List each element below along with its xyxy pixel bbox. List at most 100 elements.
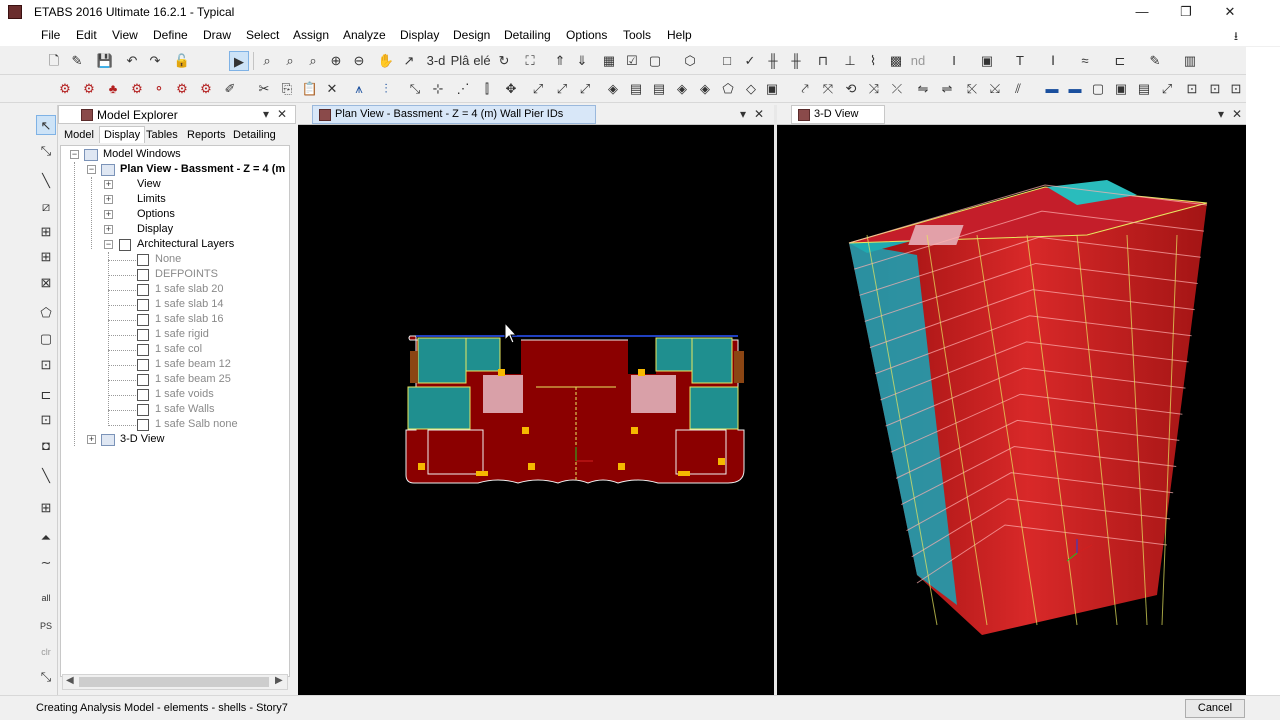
draw-rect-area-icon[interactable]: ▢ xyxy=(36,329,56,349)
column-section-icon[interactable]: T xyxy=(1010,51,1030,71)
three-d-view-button[interactable]: 3-d xyxy=(424,51,448,71)
rotate-3d-icon[interactable]: ↻ xyxy=(494,51,514,71)
plan-view-tab[interactable]: Plan View - Bassment - Z = 4 (m) Wall Pi… xyxy=(312,105,596,124)
open-model-icon[interactable]: ✎ xyxy=(67,51,87,71)
zoom-out-icon[interactable]: ⊖ xyxy=(349,51,369,71)
paste-icon[interactable]: 📋 xyxy=(300,79,320,99)
save-icon[interactable]: 💾 xyxy=(95,51,115,71)
intersecting-line-icon[interactable]: ⤡ xyxy=(36,667,56,687)
design-4-icon[interactable]: ▣ xyxy=(1111,79,1131,99)
assign-load-icon[interactable]: ♣ xyxy=(103,79,123,99)
tree-node-layer[interactable]: 1 safe beam 12 xyxy=(61,358,289,373)
select-pointer-icon[interactable]: ↖ xyxy=(36,115,56,135)
tree-node-model-windows[interactable]: − Model Windows xyxy=(61,148,289,163)
menu-edit[interactable]: Edit xyxy=(76,28,97,42)
tree-node-display[interactable]: + Display xyxy=(61,223,289,238)
draw-column-icon[interactable]: ⊞ xyxy=(36,222,56,242)
link-icon[interactable]: ⌇ xyxy=(863,51,883,71)
copy-icon[interactable]: ⎘ xyxy=(277,79,297,99)
beam-section-icon[interactable]: I xyxy=(944,51,964,71)
tab-tables[interactable]: Tables xyxy=(143,128,181,142)
draw-dimension-icon[interactable]: ⏶ xyxy=(36,528,56,548)
frame-releases-icon[interactable]: ⤡ xyxy=(405,79,425,99)
collapse-toggle[interactable]: − xyxy=(87,165,96,174)
select-all-icon[interactable]: all xyxy=(36,588,56,608)
show-all-icon[interactable]: ☑ xyxy=(622,51,642,71)
check-icon[interactable]: ✓ xyxy=(740,51,760,71)
load-assign-1-icon[interactable]: ⇋ xyxy=(913,79,933,99)
brace-icon[interactable]: ⊓ xyxy=(813,51,833,71)
tree-node-view[interactable]: + View xyxy=(61,178,289,193)
checkbox[interactable] xyxy=(137,254,149,266)
redo-icon[interactable]: ↷ xyxy=(145,51,165,71)
expand-toggle[interactable]: + xyxy=(104,210,113,219)
draw-point-icon[interactable]: ⚙ xyxy=(79,79,99,99)
load-assign-4-icon[interactable]: ⤩ xyxy=(985,79,1005,99)
draw-poly-area-icon[interactable]: ⬠ xyxy=(36,303,56,323)
tree-node-layer[interactable]: 1 safe rigid xyxy=(61,328,289,343)
checkbox[interactable] xyxy=(137,344,149,356)
zoom-full-icon[interactable]: ⌕ xyxy=(303,51,323,71)
tab-reports[interactable]: Reports xyxy=(184,128,229,142)
shell-icon-1[interactable]: ◈ xyxy=(603,79,623,99)
tree-node-limits[interactable]: + Limits xyxy=(61,193,289,208)
draw-brace-icon[interactable]: ⊞ xyxy=(36,247,56,267)
model-explorer-pin-button[interactable]: ▾ xyxy=(263,107,269,121)
design-1-icon[interactable]: ▬ xyxy=(1042,79,1062,99)
menu-detailing[interactable]: Detailing xyxy=(504,28,551,42)
scrollbar-thumb[interactable] xyxy=(79,677,269,687)
frame-assign-2-icon[interactable]: ⤧ xyxy=(818,79,838,99)
design-7-icon[interactable]: ⊡ xyxy=(1182,79,1202,99)
draw-link-icon[interactable]: ╲ xyxy=(36,466,56,486)
diagonal-2-icon[interactable]: ⤢ xyxy=(552,79,572,99)
new-model-icon[interactable]: 🗋 xyxy=(44,51,64,71)
frame-distributed-load-icon[interactable]: ⫿ xyxy=(477,79,497,99)
expand-toggle[interactable]: + xyxy=(104,225,113,234)
support-icon[interactable]: ⊥ xyxy=(840,51,860,71)
pointer-select-icon[interactable]: ▶ xyxy=(229,51,249,71)
local-axes-icon[interactable]: ⊹ xyxy=(428,79,448,99)
elevation-view-button[interactable]: elé xyxy=(472,51,492,71)
plan-view-close-button[interactable]: ✕ xyxy=(754,107,764,121)
menu-draw[interactable]: Draw xyxy=(203,28,231,42)
checkbox[interactable] xyxy=(137,299,149,311)
scroll-right-icon[interactable]: ▶ xyxy=(275,675,283,686)
tree-node-3d-view[interactable]: + 3-D View xyxy=(61,433,289,448)
checkbox[interactable] xyxy=(137,374,149,386)
shell-icon-6[interactable]: ⬠ xyxy=(718,79,738,99)
draw-frame-icon[interactable]: ╲ xyxy=(36,171,56,191)
explorer-horizontal-scrollbar[interactable]: ◀ ▶ xyxy=(62,674,288,690)
menu-assign[interactable]: Assign xyxy=(293,28,329,42)
quick-draw-area-icon[interactable]: ⊡ xyxy=(36,355,56,375)
expand-toggle[interactable]: + xyxy=(104,195,113,204)
menu-display[interactable]: Display xyxy=(400,28,439,42)
checkbox[interactable] xyxy=(137,284,149,296)
plan-view-canvas[interactable] xyxy=(298,125,774,695)
tree-node-layer[interactable]: 1 safe Salb none xyxy=(61,418,289,433)
tree-node-layer[interactable]: None xyxy=(61,253,289,268)
expand-toggle[interactable]: + xyxy=(104,180,113,189)
tree-node-layer[interactable]: 1 safe slab 14 xyxy=(61,298,289,313)
grid-icon[interactable]: ╫ xyxy=(786,51,806,71)
close-button[interactable]: ✕ xyxy=(1207,0,1253,24)
plan-view-pin-button[interactable]: ▾ xyxy=(740,107,746,121)
tree-node-layer[interactable]: 1 safe slab 16 xyxy=(61,313,289,328)
design-9-icon[interactable]: ⊡ xyxy=(1226,79,1246,99)
draw-cross-icon[interactable]: ⊠ xyxy=(36,273,56,293)
zoom-window-icon[interactable]: ⌕ xyxy=(257,51,277,71)
quick-draw-wall-icon[interactable]: ⊡ xyxy=(36,410,56,430)
menu-help[interactable]: Help xyxy=(667,28,692,42)
design-6-icon[interactable]: ⤢ xyxy=(1157,79,1177,99)
shell-icon-7[interactable]: ◇ xyxy=(741,79,761,99)
load-assign-2-icon[interactable]: ⇌ xyxy=(937,79,957,99)
design-2-icon[interactable]: ▬ xyxy=(1065,79,1085,99)
move-icon[interactable]: ✥ xyxy=(501,79,521,99)
lock-icon[interactable]: 🔓 xyxy=(172,51,192,71)
frame-assign-3-icon[interactable]: ⟲ xyxy=(841,79,861,99)
section-icon[interactable]: ╫ xyxy=(763,51,783,71)
perspective-icon[interactable]: ⛶ xyxy=(520,51,540,71)
tree-node-layer[interactable]: DEFPOINTS xyxy=(61,268,289,283)
design-check-icon[interactable]: ▥ xyxy=(1180,51,1200,71)
object-shrink-icon[interactable]: ▦ xyxy=(599,51,619,71)
plan-view-button[interactable]: Plâ xyxy=(450,51,470,71)
